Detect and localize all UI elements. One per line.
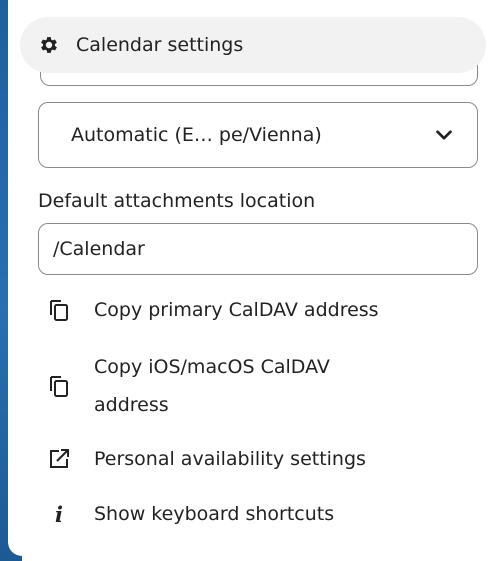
keyboard-shortcuts-button[interactable]: i Show keyboard shortcuts <box>46 495 476 533</box>
copy-primary-caldav-button[interactable]: Copy primary CalDAV address <box>46 291 476 329</box>
copy-ios-caldav-label-line2: address <box>94 394 169 416</box>
copy-primary-caldav-label: Copy primary CalDAV address <box>94 299 379 321</box>
attachments-location-label: Default attachments location <box>38 190 316 212</box>
personal-availability-label: Personal availability settings <box>94 448 366 470</box>
gear-icon <box>38 34 60 56</box>
timezone-select-value: Automatic (E… pe/Vienna) <box>71 124 322 146</box>
calendar-settings-label: Calendar settings <box>76 34 244 56</box>
personal-availability-button[interactable]: Personal availability settings <box>46 440 476 478</box>
copy-ios-caldav-label: Copy iOS/macOS CalDAV address <box>94 348 330 424</box>
copy-ios-caldav-button[interactable]: Copy iOS/macOS CalDAV address <box>46 348 476 424</box>
keyboard-shortcuts-label: Show keyboard shortcuts <box>94 503 335 525</box>
info-icon: i <box>55 501 63 527</box>
calendar-settings-button[interactable]: Calendar settings <box>20 17 486 73</box>
timezone-select[interactable]: Automatic (E… pe/Vienna) <box>38 102 478 168</box>
attachments-location-input[interactable] <box>38 223 478 275</box>
external-link-icon <box>46 446 72 472</box>
copy-icon <box>46 297 72 323</box>
chevron-down-icon <box>433 124 455 146</box>
copy-icon <box>46 373 72 399</box>
copy-ios-caldav-label-line1: Copy iOS/macOS CalDAV <box>94 356 330 378</box>
